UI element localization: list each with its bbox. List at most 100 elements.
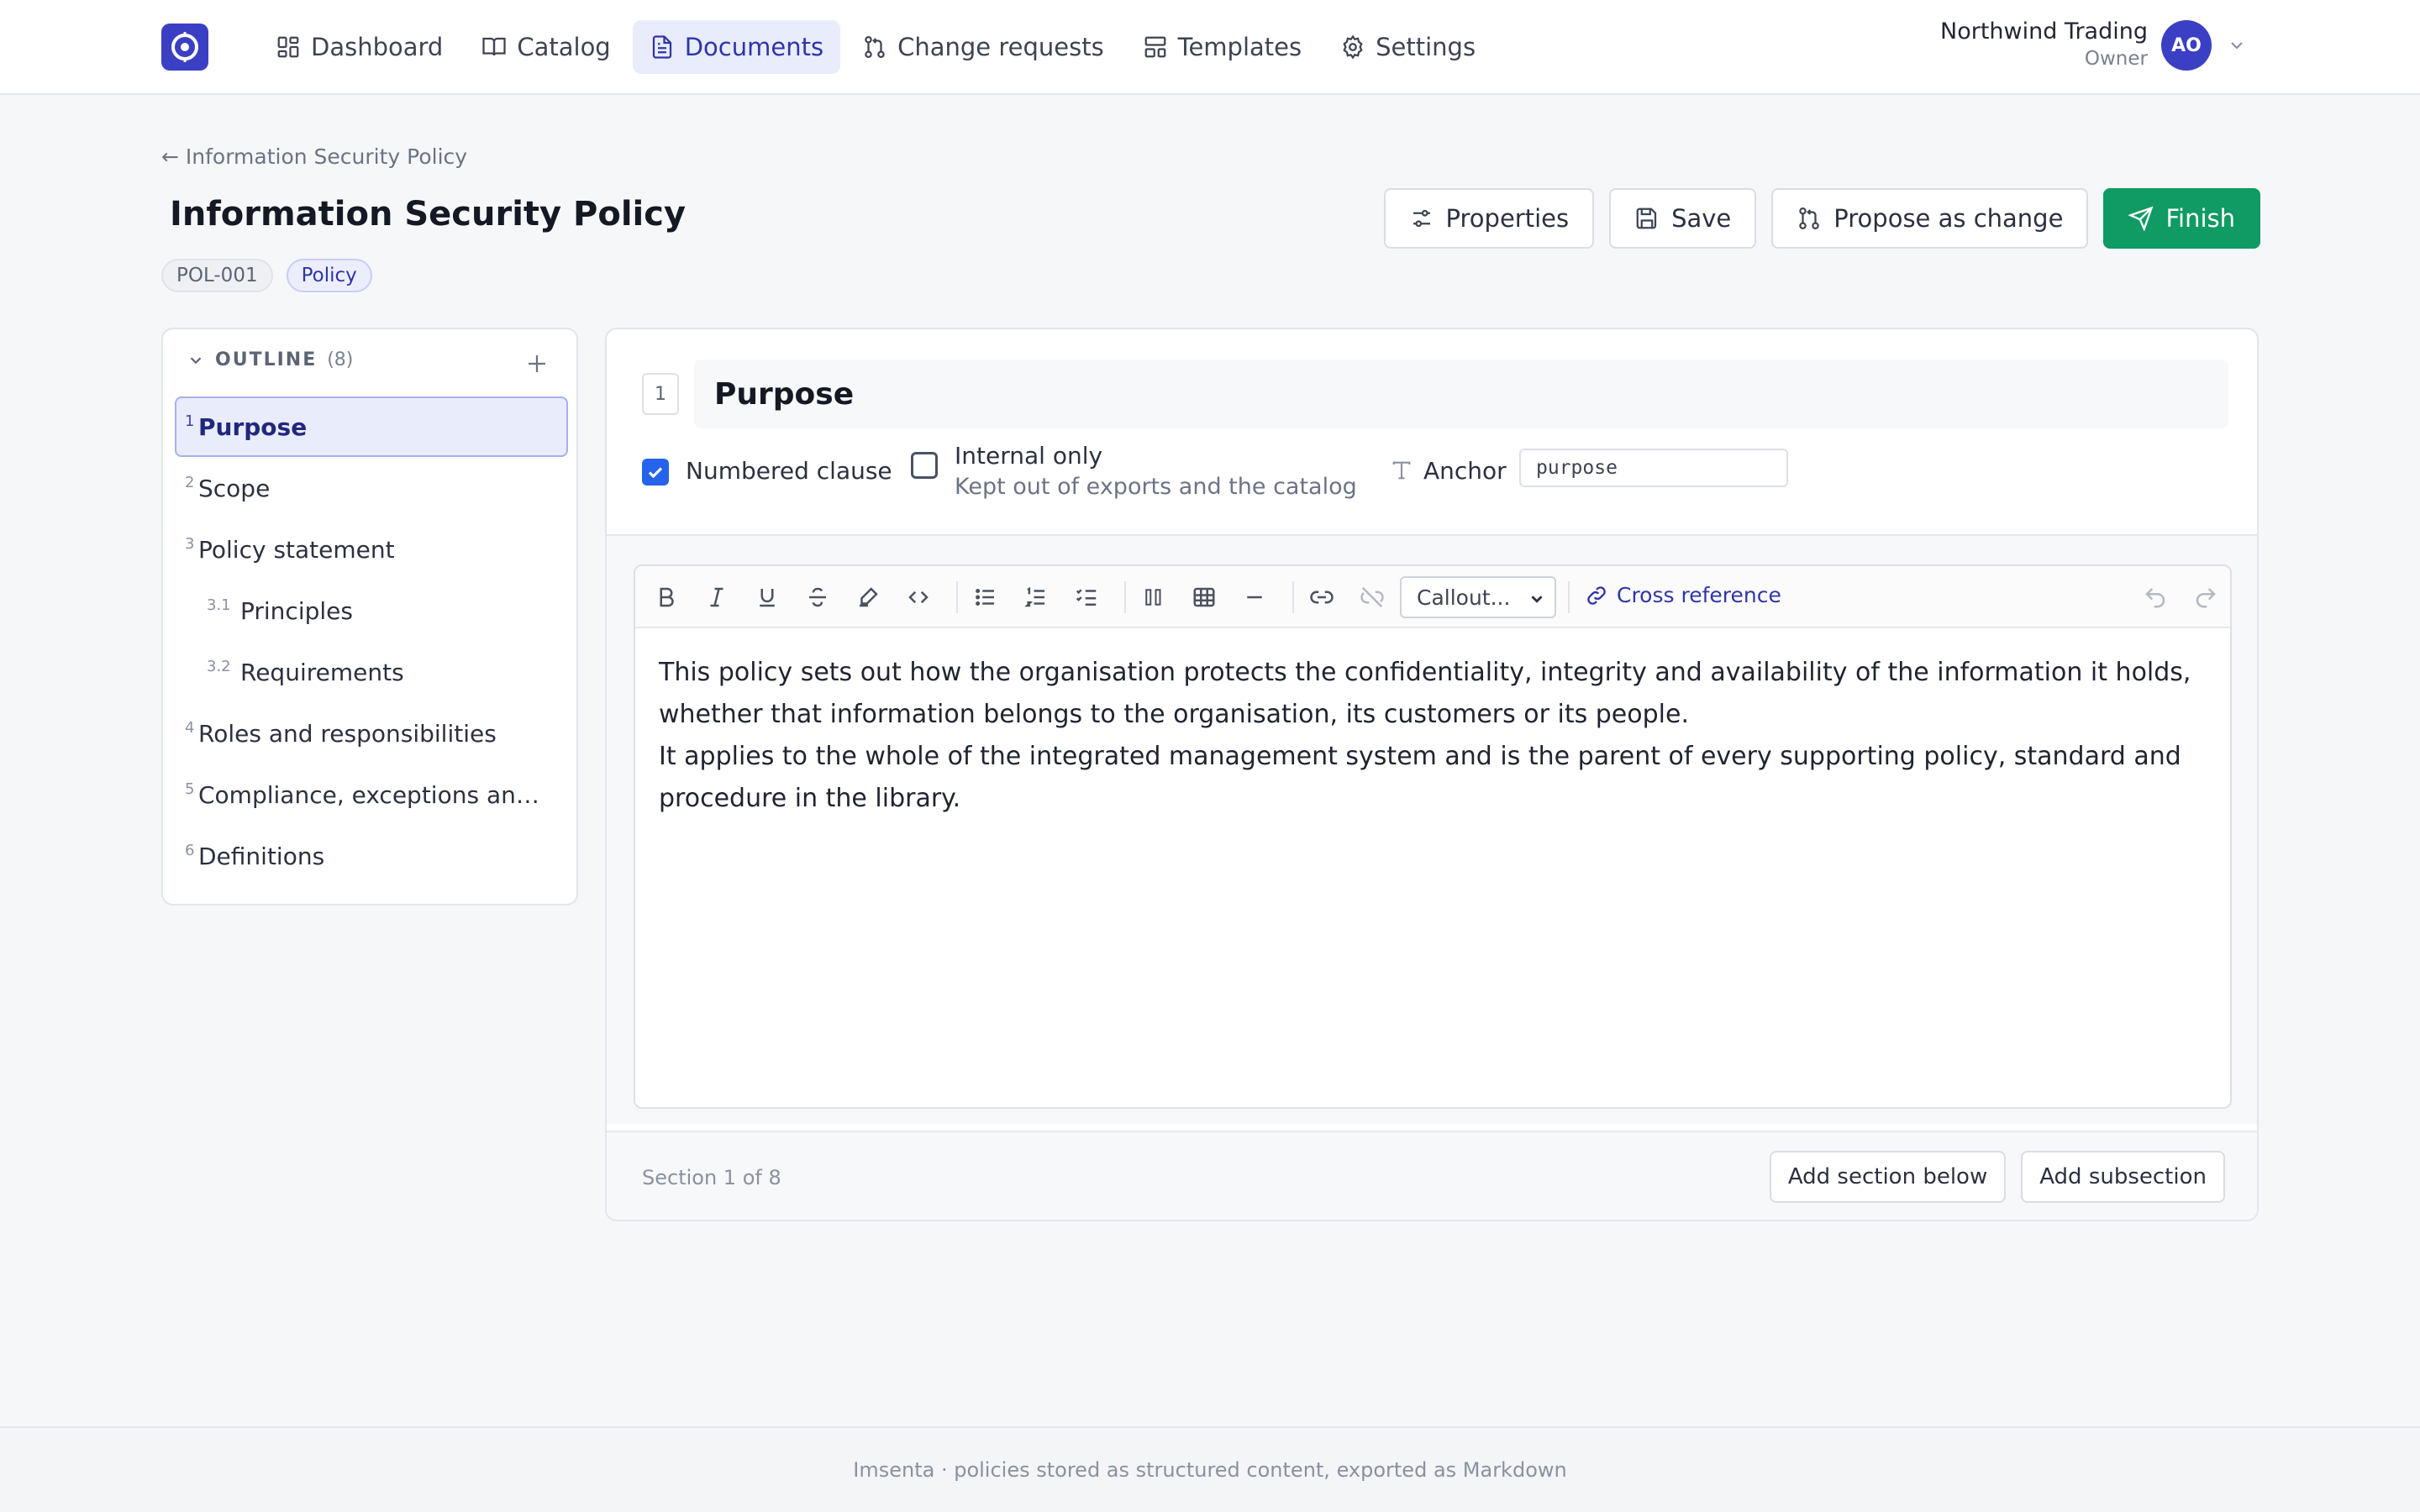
unlink-icon[interactable] — [1360, 585, 1385, 610]
nav-settings[interactable]: Settings — [1323, 20, 1492, 74]
anchor-input[interactable]: purpose — [1519, 449, 1788, 487]
toolbar-separator — [1568, 581, 1570, 613]
nav-documents-label: Documents — [684, 33, 824, 61]
outline-item-number: 4 — [185, 718, 195, 737]
outline-list: 1 Purpose 2 Scope 3 Policy statement 3.1… — [175, 396, 568, 887]
toolbar-separator — [1292, 581, 1294, 613]
nav-documents[interactable]: Documents — [632, 20, 841, 74]
chevron-down-icon — [1531, 596, 1543, 603]
nav-change-requests[interactable]: Change requests — [845, 20, 1121, 74]
outline-item-policy-statement[interactable]: 3 Policy statement — [175, 519, 568, 580]
redo-icon[interactable] — [2193, 585, 2218, 610]
book-icon — [482, 37, 506, 56]
git-pull-request-icon — [865, 36, 885, 58]
horizontal-rule-icon[interactable] — [1242, 585, 1267, 610]
breadcrumb-back-link[interactable]: ← Information Security Policy — [161, 144, 467, 169]
body-paragraph: This policy sets out how the organisatio… — [659, 658, 2191, 729]
org-switcher[interactable]: Northwind Trading Owner — [1940, 18, 2148, 70]
main-nav: Dashboard Catalog Documents Change reque… — [259, 20, 1492, 74]
section-footer: Section 1 of 8 Add section below Add sub… — [607, 1131, 2257, 1220]
link-icon[interactable] — [1309, 585, 1334, 610]
page-footer: Imsenta · policies stored as structured … — [0, 1426, 2420, 1512]
outline-item-scope[interactable]: 2 Scope — [175, 458, 568, 518]
table-icon[interactable] — [1192, 585, 1217, 610]
document-code-badge: POL-001 — [161, 259, 273, 292]
outline-item-definitions[interactable]: 6 Definitions — [175, 826, 568, 886]
nav-dashboard[interactable]: Dashboard — [259, 20, 460, 74]
avatar[interactable]: AO — [2161, 20, 2212, 71]
nav-settings-label: Settings — [1376, 33, 1476, 61]
anchor-label: Anchor — [1423, 457, 1507, 485]
outline-item-label: Purpose — [198, 412, 308, 441]
save-icon — [1636, 207, 1657, 229]
propose-change-button[interactable]: Propose as change — [1771, 188, 2089, 249]
outline-item-compliance[interactable]: 5 Compliance, exceptions and e... — [175, 764, 568, 825]
outline-item-label: Roles and responsibilities — [198, 719, 497, 748]
toolbar-separator — [956, 581, 958, 613]
cross-reference-button[interactable]: Cross reference — [1585, 583, 1781, 607]
outline-item-number: 1 — [185, 412, 195, 430]
chevron-down-icon[interactable] — [2227, 35, 2247, 55]
outline-item-number: 3.1 — [207, 596, 231, 614]
callout-select[interactable]: Callout... — [1400, 576, 1556, 618]
numbered-clause-checkbox[interactable] — [642, 459, 669, 486]
nav-catalog-label: Catalog — [517, 33, 611, 61]
outline-item-label: Definitions — [198, 842, 325, 870]
nav-catalog[interactable]: Catalog — [465, 20, 627, 74]
bold-icon[interactable] — [654, 585, 679, 610]
nav-change-requests-label: Change requests — [897, 33, 1104, 61]
outline-item-principles[interactable]: 3.1 Principles — [175, 580, 568, 641]
highlighter-icon[interactable] — [855, 585, 881, 610]
org-name: Northwind Trading — [1940, 18, 2148, 45]
add-section-icon[interactable] — [524, 351, 550, 376]
outline-item-number: 3.2 — [207, 657, 231, 675]
outline-toggle[interactable]: OUTLINE (8) — [187, 349, 353, 370]
save-button[interactable]: Save — [1609, 188, 1757, 249]
send-icon — [2128, 206, 2154, 231]
outline-count: (8) — [327, 349, 354, 370]
bullet-list-icon[interactable] — [973, 585, 998, 610]
document-icon — [652, 35, 671, 59]
outline-item-number: 3 — [185, 534, 195, 553]
underline-icon[interactable] — [755, 585, 780, 610]
properties-button[interactable]: Properties — [1383, 188, 1595, 249]
org-role: Owner — [2084, 48, 2148, 70]
checklist-icon[interactable] — [1074, 585, 1099, 610]
outline-item-label: Scope — [198, 474, 271, 502]
undo-icon[interactable] — [2143, 585, 2168, 610]
nav-templates[interactable]: Templates — [1126, 20, 1318, 74]
outline-item-label: Policy statement — [198, 535, 395, 564]
outline-item-label: Principles — [240, 596, 353, 625]
section-title-input[interactable]: Purpose — [694, 360, 2228, 428]
internal-only-checkbox[interactable] — [911, 452, 938, 479]
template-icon — [1144, 36, 1166, 58]
chevron-down-icon — [190, 356, 202, 364]
numbered-list-icon[interactable] — [1023, 585, 1049, 610]
rich-text-editor: Callout... Cross reference This policy s… — [634, 564, 2232, 1109]
blockquote-icon[interactable] — [1141, 585, 1166, 610]
italic-icon[interactable] — [704, 585, 729, 610]
section-number: 1 — [642, 373, 679, 415]
strikethrough-icon[interactable] — [805, 585, 830, 610]
outline-item-requirements[interactable]: 3.2 Requirements — [175, 642, 568, 702]
cross-reference-label: Cross reference — [1617, 583, 1781, 607]
callout-select-value: Callout... — [1417, 585, 1511, 610]
git-pull-request-icon — [1799, 207, 1820, 229]
outline-item-label: Compliance, exceptions and e... — [198, 780, 551, 809]
outline-item-purpose[interactable]: 1 Purpose — [175, 396, 568, 457]
add-subsection-button[interactable]: Add subsection — [2021, 1151, 2225, 1203]
section-position: Section 1 of 8 — [642, 1166, 781, 1189]
nav-templates-label: Templates — [1177, 33, 1302, 61]
code-icon[interactable] — [906, 585, 931, 610]
link-icon — [1587, 585, 1606, 605]
editor-content[interactable]: This policy sets out how the organisatio… — [659, 652, 2205, 820]
logo-icon[interactable] — [161, 24, 208, 71]
propose-change-button-label: Propose as change — [1833, 204, 2064, 233]
finish-button-label: Finish — [2165, 204, 2235, 233]
outline-item-roles[interactable]: 4 Roles and responsibilities — [175, 703, 568, 764]
top-navigation-bar: Dashboard Catalog Documents Change reque… — [0, 0, 2420, 95]
finish-button[interactable]: Finish — [2103, 188, 2260, 249]
outline-item-number: 6 — [185, 841, 195, 859]
add-section-below-button[interactable]: Add section below — [1769, 1151, 2007, 1203]
page-title: Information Security Policy — [170, 195, 687, 234]
